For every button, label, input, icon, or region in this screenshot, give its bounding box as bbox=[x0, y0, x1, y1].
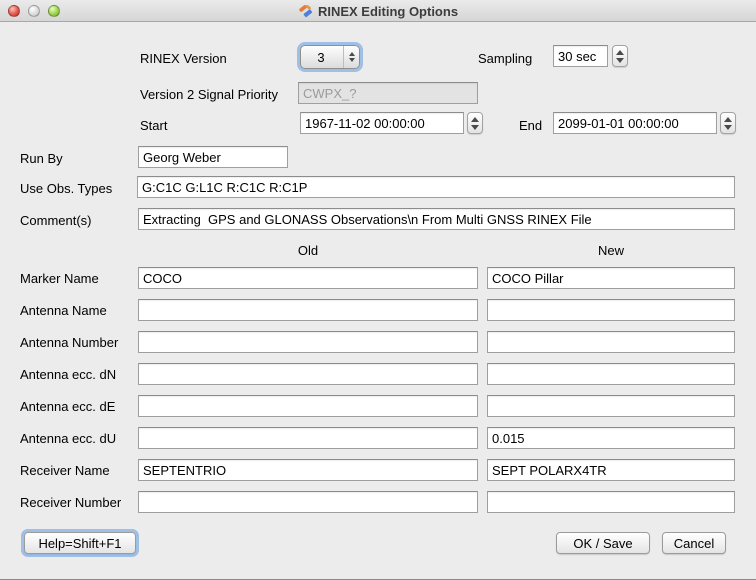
cancel-button-label: Cancel bbox=[674, 536, 714, 551]
start-stepper[interactable] bbox=[467, 112, 483, 134]
spinbox-arrows-icon[interactable] bbox=[343, 46, 359, 68]
edit-row-label: Receiver Number bbox=[20, 495, 132, 510]
app-icon bbox=[298, 4, 313, 19]
edit-row-new-input[interactable] bbox=[487, 331, 735, 353]
sampling-label: Sampling bbox=[478, 51, 532, 66]
edit-row-label: Antenna ecc. dU bbox=[20, 431, 132, 446]
ok-save-button[interactable]: OK / Save bbox=[556, 532, 650, 554]
edit-row-label: Marker Name bbox=[20, 271, 132, 286]
rinex-version-spinbox[interactable]: 3 bbox=[300, 45, 360, 69]
edit-row-old-input[interactable] bbox=[138, 299, 478, 321]
edit-row-old-input[interactable] bbox=[138, 395, 478, 417]
edit-row-new-input[interactable] bbox=[487, 459, 735, 481]
end-stepper[interactable] bbox=[720, 112, 736, 134]
edit-row: Antenna ecc. dN bbox=[0, 358, 756, 390]
edit-row: Receiver Number bbox=[0, 486, 756, 518]
edit-row-label: Receiver Name bbox=[20, 463, 132, 478]
arrow-up-icon[interactable] bbox=[724, 117, 732, 122]
signal-priority-input bbox=[298, 82, 478, 104]
edit-row-old-input[interactable] bbox=[138, 427, 478, 449]
signal-priority-label: Version 2 Signal Priority bbox=[140, 87, 278, 102]
edit-row: Antenna ecc. dU bbox=[0, 422, 756, 454]
edit-row: Marker Name bbox=[0, 262, 756, 294]
edit-row-old-input[interactable] bbox=[138, 459, 478, 481]
rinex-version-value: 3 bbox=[301, 50, 343, 65]
edit-row-new-input[interactable] bbox=[487, 427, 735, 449]
run-by-label: Run By bbox=[20, 151, 63, 166]
cancel-button[interactable]: Cancel bbox=[662, 532, 726, 554]
edit-row-label: Antenna Name bbox=[20, 303, 132, 318]
help-button[interactable]: Help=Shift+F1 bbox=[24, 532, 136, 554]
end-label: End bbox=[519, 118, 542, 133]
arrow-up-icon[interactable] bbox=[349, 52, 355, 56]
use-obs-types-input[interactable] bbox=[137, 176, 735, 198]
rinex-version-label: RINEX Version bbox=[140, 51, 227, 66]
edit-row-label: Antenna ecc. dE bbox=[20, 399, 132, 414]
start-label: Start bbox=[140, 118, 167, 133]
comments-label: Comment(s) bbox=[20, 213, 92, 228]
edit-row-new-input[interactable] bbox=[487, 299, 735, 321]
edit-row-old-input[interactable] bbox=[138, 331, 478, 353]
edit-row: Antenna ecc. dE bbox=[0, 390, 756, 422]
edit-row-new-input[interactable] bbox=[487, 267, 735, 289]
use-obs-types-label: Use Obs. Types bbox=[20, 181, 112, 196]
run-by-input[interactable] bbox=[138, 146, 288, 168]
old-column-header: Old bbox=[298, 243, 318, 258]
ok-save-button-label: OK / Save bbox=[573, 536, 632, 551]
comments-input[interactable] bbox=[138, 208, 735, 230]
end-datetime-input[interactable] bbox=[553, 112, 717, 134]
rinex-editing-options-dialog: RINEX Editing Options RINEX Version 3 Sa… bbox=[0, 0, 756, 580]
edit-row: Antenna Number bbox=[0, 326, 756, 358]
titlebar[interactable]: RINEX Editing Options bbox=[0, 0, 756, 22]
arrow-down-icon[interactable] bbox=[724, 125, 732, 130]
arrow-down-icon[interactable] bbox=[616, 58, 624, 63]
edit-row-label: Antenna ecc. dN bbox=[20, 367, 132, 382]
edit-row-new-input[interactable] bbox=[487, 491, 735, 513]
start-datetime-input[interactable] bbox=[300, 112, 464, 134]
edit-row-old-input[interactable] bbox=[138, 491, 478, 513]
edit-row: Antenna Name bbox=[0, 294, 756, 326]
editing-rows: Marker Name Antenna Name Antenna Number … bbox=[0, 262, 756, 518]
edit-row-old-input[interactable] bbox=[138, 363, 478, 385]
edit-row: Receiver Name bbox=[0, 454, 756, 486]
sampling-stepper[interactable] bbox=[612, 45, 628, 67]
edit-row-old-input[interactable] bbox=[138, 267, 478, 289]
arrow-up-icon[interactable] bbox=[471, 117, 479, 122]
window-title: RINEX Editing Options bbox=[318, 4, 458, 19]
new-column-header: New bbox=[598, 243, 624, 258]
arrow-down-icon[interactable] bbox=[349, 58, 355, 62]
arrow-down-icon[interactable] bbox=[471, 125, 479, 130]
edit-row-new-input[interactable] bbox=[487, 395, 735, 417]
edit-row-label: Antenna Number bbox=[20, 335, 132, 350]
edit-row-new-input[interactable] bbox=[487, 363, 735, 385]
arrow-up-icon[interactable] bbox=[616, 50, 624, 55]
sampling-input[interactable] bbox=[553, 45, 608, 67]
help-button-label: Help=Shift+F1 bbox=[38, 536, 121, 551]
